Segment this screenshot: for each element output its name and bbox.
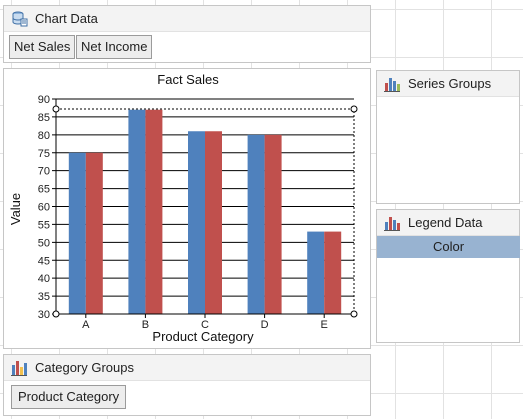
category-groups-header: Category Groups [4, 355, 370, 381]
y-tick-label: 75 [38, 148, 50, 160]
chart-data-panel: Chart Data Net Sales Net Income [3, 5, 371, 63]
value-chip-net-income[interactable]: Net Income [76, 35, 153, 59]
y-axis-title: Value [8, 193, 23, 225]
y-tick-label: 70 [38, 166, 50, 178]
chart-svg[interactable]: Fact Sales 30 35 40 45 50 55 60 65 70 75 80 85 90 A B… [4, 69, 372, 350]
y-tick-label: 90 [38, 94, 50, 106]
legend-data-panel[interactable]: Legend Data Color [376, 209, 520, 343]
category-groups-title: Category Groups [35, 360, 134, 375]
chart-data-title: Chart Data [35, 11, 98, 26]
series-groups-icon [383, 75, 401, 93]
y-tick-label: 85 [38, 112, 50, 124]
y-tick-label: 45 [38, 255, 50, 267]
category-chip-product-category[interactable]: Product Category [11, 385, 127, 409]
resize-handle [350, 310, 358, 318]
legend-data-header: Legend Data [377, 210, 519, 236]
series-groups-title: Series Groups [408, 76, 492, 91]
y-tick-label: 40 [38, 273, 50, 285]
value-chip-net-sales[interactable]: Net Sales [9, 35, 76, 59]
y-tick-label: 65 [38, 184, 50, 196]
y-tick-labels: 30 35 40 45 50 55 60 65 70 75 80 85 90 [38, 94, 50, 321]
category-groups-icon [10, 359, 28, 377]
bar [188, 131, 205, 314]
x-tick-label: E [321, 319, 328, 331]
resize-handle [52, 105, 60, 113]
x-axis-title: Product Category [152, 329, 254, 344]
bar [264, 134, 282, 314]
series-groups-header: Series Groups [377, 71, 519, 97]
bar [324, 231, 342, 314]
y-tick-label: 50 [38, 237, 50, 249]
bars-layer [68, 109, 342, 314]
resize-handle [350, 105, 358, 113]
bar [128, 109, 146, 314]
y-tick-label: 60 [38, 202, 50, 214]
series-groups-panel[interactable]: Series Groups [376, 70, 520, 204]
chart-data-icon [10, 10, 28, 28]
bar [247, 134, 265, 314]
y-tick-label: 35 [38, 291, 50, 303]
bar [68, 152, 86, 314]
y-tick-label: 80 [38, 130, 50, 142]
y-tick-label: 55 [38, 219, 50, 231]
chart-data-header: Chart Data [4, 6, 370, 32]
bar [307, 231, 325, 314]
x-tick-label: A [82, 319, 90, 331]
x-tick-label: B [142, 319, 149, 331]
y-tick-label: 30 [38, 309, 50, 321]
legend-data-title: Legend Data [408, 215, 483, 230]
chart-title: Fact Sales [157, 72, 219, 87]
legend-data-icon [383, 214, 401, 232]
resize-handle [52, 310, 60, 318]
legend-item-color[interactable]: Color [377, 236, 520, 258]
bar [145, 109, 163, 314]
chart-panel[interactable]: Fact Sales 30 35 40 45 50 55 60 65 70 75 80 85 90 A B… [3, 68, 371, 349]
bar [205, 131, 222, 314]
category-groups-panel[interactable]: Category Groups Product Category [3, 354, 371, 416]
x-tick-label: D [261, 319, 269, 331]
bar [85, 152, 103, 314]
